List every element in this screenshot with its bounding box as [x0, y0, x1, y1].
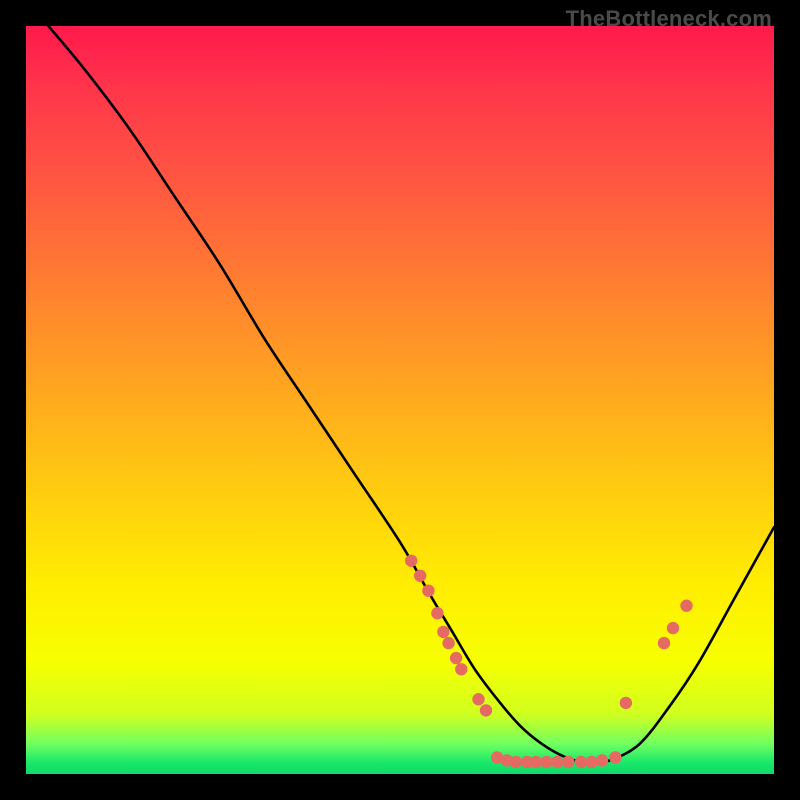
data-point — [609, 751, 621, 763]
data-point — [620, 697, 632, 709]
data-point — [455, 663, 467, 675]
data-points-group — [405, 555, 693, 769]
data-point — [667, 622, 679, 634]
data-point — [442, 637, 454, 649]
data-point — [551, 756, 563, 768]
data-point — [431, 607, 443, 619]
data-point — [405, 555, 417, 567]
data-point — [596, 754, 608, 766]
data-point — [414, 570, 426, 582]
data-point — [680, 600, 692, 612]
data-point — [562, 756, 574, 768]
data-point — [437, 626, 449, 638]
data-point — [658, 637, 670, 649]
data-point — [450, 652, 462, 664]
data-point — [480, 704, 492, 716]
data-point — [510, 756, 522, 768]
data-point — [472, 693, 484, 705]
data-point — [585, 756, 597, 768]
bottleneck-curve — [48, 26, 774, 763]
data-point — [422, 585, 434, 597]
chart-svg — [26, 26, 774, 774]
chart-frame — [26, 26, 774, 774]
